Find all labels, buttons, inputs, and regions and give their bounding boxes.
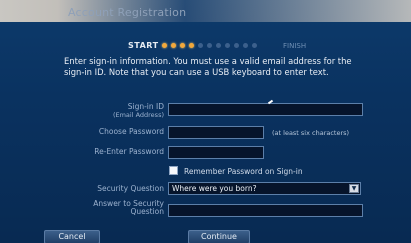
security-answer-input[interactable] — [168, 204, 363, 217]
security-answer-label: Answer to Security Question — [72, 200, 164, 216]
progress-dot — [252, 43, 257, 48]
signin-id-label: Sign-in ID (Email Address) — [72, 102, 164, 120]
progress-dot — [198, 43, 203, 48]
progress-dot — [207, 43, 212, 48]
password-input[interactable] — [168, 126, 264, 139]
cancel-button[interactable]: Cancel — [44, 230, 100, 243]
reenter-password-label: Re-Enter Password — [94, 147, 164, 156]
reenter-password-input[interactable] — [168, 146, 264, 159]
signin-id-label-sub: (Email Address) — [112, 111, 164, 119]
progress-dot — [216, 43, 221, 48]
progress-dot — [171, 43, 176, 48]
progress-dots — [162, 43, 257, 48]
security-question-select[interactable]: Where were you born? ▼ — [168, 182, 361, 195]
progress-dot — [189, 43, 194, 48]
progress-start-label: START — [128, 41, 159, 50]
progress-finish-label: FINISH — [283, 42, 307, 50]
password-hint: (at least six characters) — [272, 129, 350, 137]
remember-password-label: Remember Password on Sign-in — [184, 167, 303, 176]
progress-dot — [225, 43, 230, 48]
registration-screen: Account Registration START FINISH Enter … — [0, 0, 411, 243]
header-bar: Account Registration — [0, 0, 411, 22]
progress-dot — [243, 43, 248, 48]
progress-dot — [234, 43, 239, 48]
progress-dot — [162, 43, 167, 48]
security-question-label: Security Question — [97, 184, 164, 193]
instructions-text: Enter sign-in information. You must use … — [64, 56, 352, 77]
security-answer-label-line2: Question — [130, 207, 164, 216]
password-label: Choose Password — [98, 127, 164, 136]
signin-id-label-main: Sign-in ID — [127, 102, 164, 111]
security-question-value: Where were you born? — [172, 184, 257, 193]
signin-id-input[interactable] — [168, 103, 363, 116]
page-title: Account Registration — [68, 6, 187, 19]
remember-password-checkbox[interactable] — [169, 166, 178, 175]
progress-dot — [180, 43, 185, 48]
chevron-down-icon[interactable]: ▼ — [349, 184, 359, 193]
continue-button[interactable]: Continue — [188, 230, 250, 243]
